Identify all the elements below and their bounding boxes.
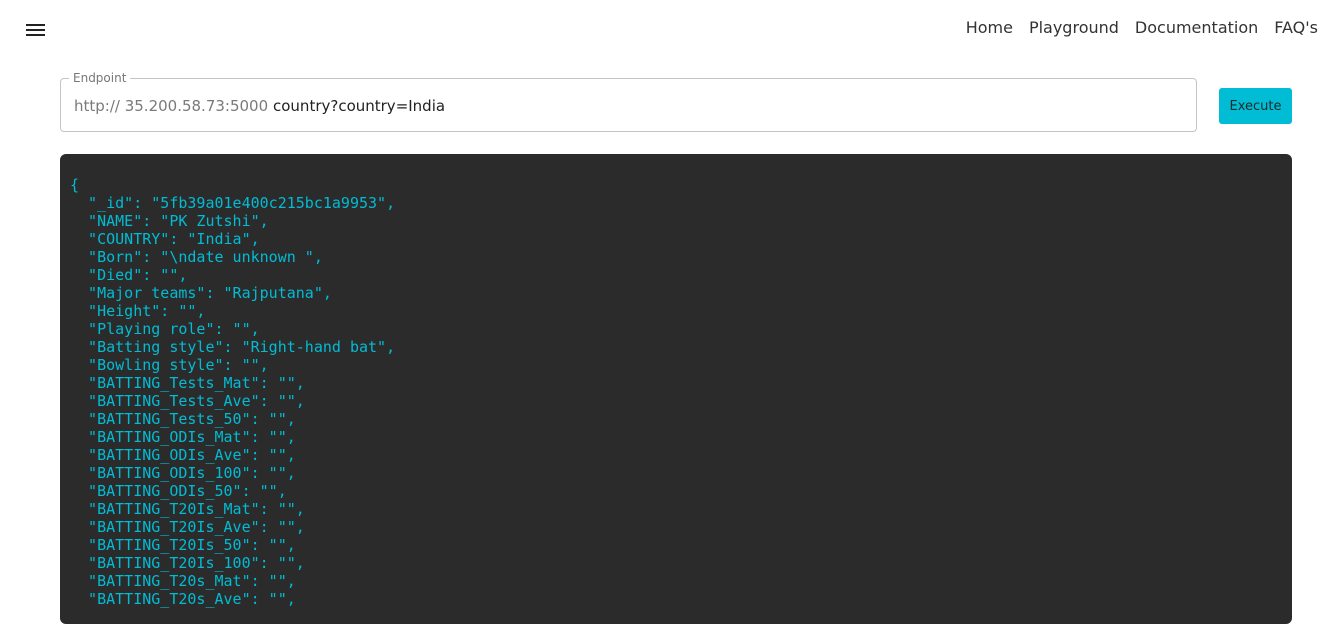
endpoint-label: Endpoint [69, 70, 131, 86]
json-line: "Height": "", [70, 302, 206, 320]
json-line: { [70, 176, 80, 194]
json-line: "Playing role": "", [70, 320, 260, 338]
json-line: "Major teams": "Rajputana", [70, 284, 332, 302]
top-app-bar: Home Playground Documentation FAQ's [0, 0, 1338, 60]
endpoint-path-input[interactable] [273, 94, 1173, 118]
json-line: "Died": "", [70, 266, 188, 284]
json-line: "BATTING_ODIs_Ave": "", [70, 446, 296, 464]
json-line: "BATTING_T20s_Mat": "", [70, 572, 296, 590]
json-line: "BATTING_Tests_Ave": "", [70, 392, 305, 410]
endpoint-base-url: http:// 35.200.58.73:5000 [74, 97, 269, 115]
nav-link-home[interactable]: Home [966, 18, 1013, 37]
nav-link-playground[interactable]: Playground [1029, 18, 1119, 37]
json-line: "BATTING_Tests_50": "", [70, 410, 296, 428]
response-output-panel: { "_id": "5fb39a01e400c215bc1a9953", "NA… [60, 154, 1292, 624]
json-line: "BATTING_T20s_Ave": "", [70, 590, 296, 608]
endpoint-field[interactable]: Endpoint http:// 35.200.58.73:5000 [60, 70, 1197, 132]
json-line: "BATTING_Tests_Mat": "", [70, 374, 305, 392]
json-line: "BATTING_ODIs_100": "", [70, 464, 296, 482]
nav-link-faqs[interactable]: FAQ's [1274, 18, 1318, 37]
json-line: "Bowling style": "", [70, 356, 269, 374]
top-nav: Home Playground Documentation FAQ's [966, 18, 1318, 37]
json-response-text: { "_id": "5fb39a01e400c215bc1a9953", "NA… [70, 176, 395, 608]
json-line: "COUNTRY": "India", [70, 230, 260, 248]
json-line: "_id": "5fb39a01e400c215bc1a9953", [70, 194, 396, 212]
json-line: "BATTING_ODIs_Mat": "", [70, 428, 296, 446]
execute-button[interactable]: Execute [1219, 88, 1292, 124]
json-line: "BATTING_ODIs_50": "", [70, 482, 287, 500]
nav-link-documentation[interactable]: Documentation [1135, 18, 1258, 37]
json-line: "BATTING_T20Is_Ave": "", [70, 518, 305, 536]
json-line: "Batting style": "Right-hand bat", [70, 338, 396, 356]
json-line: "BATTING_T20Is_Mat": "", [70, 500, 305, 518]
json-line: "BATTING_T20Is_50": "", [70, 536, 296, 554]
hamburger-menu-icon[interactable] [26, 23, 46, 37]
json-line: "Born": "\ndate unknown ", [70, 248, 323, 266]
json-line: "NAME": "PK Zutshi", [70, 212, 269, 230]
json-line: "BATTING_T20Is_100": "", [70, 554, 305, 572]
